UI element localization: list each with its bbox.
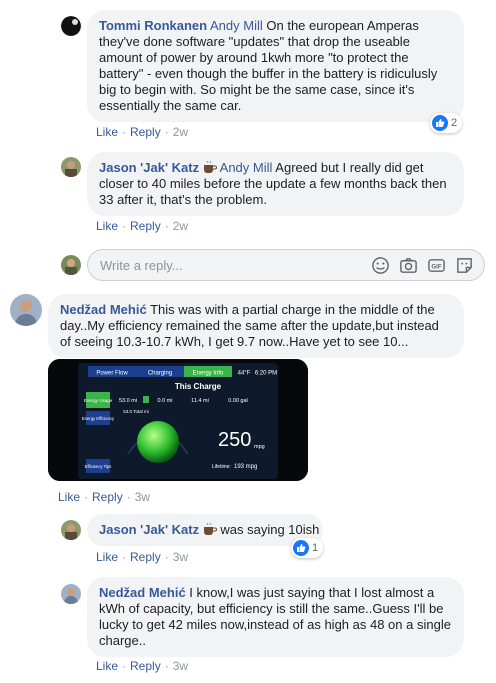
comment-actions: Like · Reply · 3w	[96, 550, 189, 564]
svg-text:53.0 mi: 53.0 mi	[119, 398, 137, 404]
comment-author[interactable]: Nedžad Mehić	[99, 585, 186, 600]
like-icon	[293, 540, 309, 556]
comment-bubble: Nedžad Mehić This was with a partial cha…	[48, 294, 464, 358]
avatar[interactable]	[10, 294, 42, 326]
gif-icon[interactable]: GIF	[427, 256, 446, 275]
svg-text:Lifetime:: Lifetime:	[212, 464, 231, 470]
comment-author[interactable]: Tommi Ronkanen	[99, 18, 207, 33]
comment-bubble: Jason 'Jak' Katz Andy Mill Agreed but I …	[87, 152, 464, 216]
reply-button[interactable]: Reply	[130, 659, 161, 673]
timestamp[interactable]: 3w	[135, 490, 150, 504]
avatar[interactable]	[61, 157, 81, 177]
photo-heading: This Charge	[175, 382, 222, 391]
comment-author[interactable]: Nedžad Mehić	[60, 302, 147, 317]
comment-actions: Like · Reply · 2w	[96, 125, 189, 139]
comment-bubble: Nedžad Mehić I know,I was just saying th…	[87, 577, 464, 657]
sticker-icon[interactable]	[455, 256, 474, 275]
timestamp[interactable]: 2w	[173, 125, 188, 139]
photo-label: Energy Efficiency	[82, 416, 115, 421]
coffee-icon	[203, 160, 217, 173]
photo-clock: 6:20 PM	[255, 371, 277, 377]
photo-tab: Power Flow	[96, 371, 128, 377]
photo-temp: 44°F	[238, 371, 251, 377]
like-button[interactable]: Like	[58, 490, 80, 504]
photo-tab: Energy Info	[193, 371, 224, 377]
timestamp[interactable]: 2w	[173, 219, 188, 233]
svg-text:0.00 gal: 0.00 gal	[228, 398, 248, 404]
reply-button[interactable]: Reply	[130, 219, 161, 233]
reaction-count[interactable]: 2	[430, 113, 463, 133]
svg-text:11.4 mi: 11.4 mi	[191, 398, 209, 404]
reaction-number: 1	[312, 542, 319, 554]
reply-box[interactable]: GIF	[87, 249, 485, 281]
timestamp[interactable]: 3w	[173, 550, 188, 564]
photo-mpg: 250	[218, 429, 251, 451]
mention-link[interactable]: Andy Mill	[210, 18, 263, 33]
avatar[interactable]	[61, 16, 81, 36]
svg-text:GIF: GIF	[431, 263, 441, 270]
avatar	[61, 255, 81, 275]
mention-link[interactable]: Andy Mill	[220, 160, 273, 175]
comment-actions: Like · Reply · 3w	[96, 659, 189, 673]
photo-label: Energy Usage	[84, 398, 113, 403]
like-button[interactable]: Like	[96, 550, 118, 564]
comment-bubble: Tommi Ronkanen Andy Mill On the european…	[87, 10, 464, 122]
reply-button[interactable]: Reply	[92, 490, 123, 504]
timestamp[interactable]: 3w	[173, 659, 188, 673]
comment-author[interactable]: Jason 'Jak' Katz	[99, 160, 199, 175]
avatar[interactable]	[61, 584, 81, 604]
photo-label: Efficiency Tips	[85, 464, 112, 469]
photo-tab: Charging	[148, 371, 172, 377]
like-button[interactable]: Like	[96, 219, 118, 233]
svg-text:193 mpg: 193 mpg	[234, 464, 257, 470]
svg-text:mpg: mpg	[254, 444, 265, 450]
reply-button[interactable]: Reply	[130, 550, 161, 564]
like-button[interactable]: Like	[96, 125, 118, 139]
comment-actions: Like · Reply · 3w	[58, 490, 151, 504]
reaction-number: 2	[451, 117, 458, 129]
reply-input[interactable]	[100, 250, 350, 280]
comment-author[interactable]: Jason 'Jak' Katz	[99, 522, 199, 537]
comment-bubble: Jason 'Jak' Katz was saying 10ish	[87, 514, 323, 546]
reply-button[interactable]: Reply	[130, 125, 161, 139]
camera-icon[interactable]	[399, 256, 418, 275]
comment-text: was saying 10ish	[216, 522, 320, 537]
coffee-icon	[203, 522, 217, 535]
svg-text:0.0 mi: 0.0 mi	[158, 398, 173, 404]
svg-text:53.0 Total mi: 53.0 Total mi	[123, 409, 148, 414]
reaction-count[interactable]: 1	[291, 538, 324, 558]
attached-photo[interactable]: Power Flow Charging Energy Info 44°F 6:2…	[48, 359, 308, 481]
like-button[interactable]: Like	[96, 659, 118, 673]
avatar[interactable]	[61, 520, 81, 540]
like-icon	[432, 115, 448, 131]
comment-actions: Like · Reply · 2w	[96, 219, 189, 233]
emoji-icon[interactable]	[371, 256, 390, 275]
